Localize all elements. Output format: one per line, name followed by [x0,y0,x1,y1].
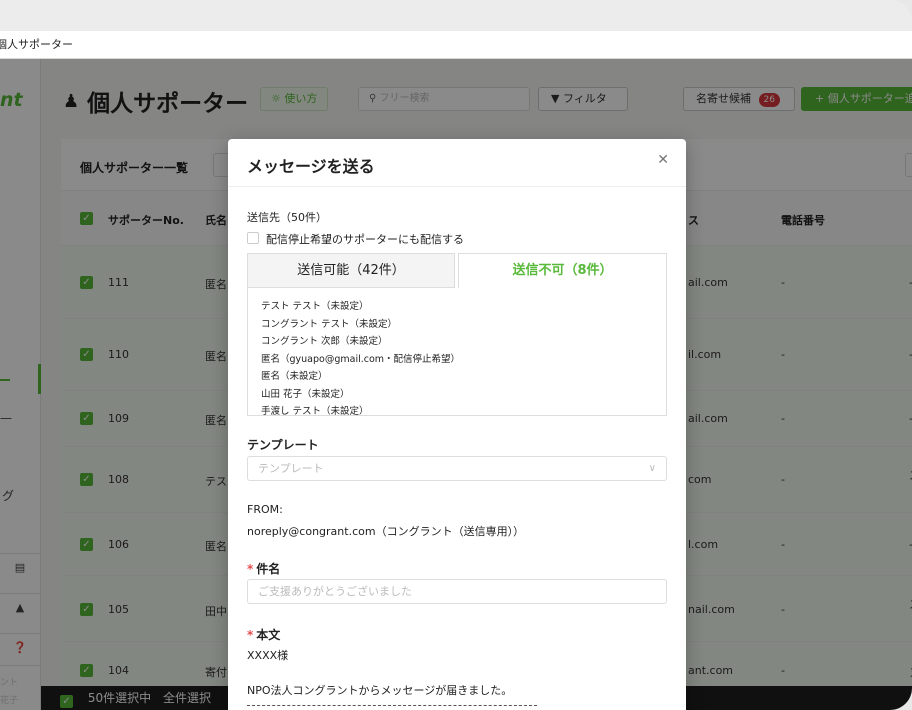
list-item: 匿名（未設定） [261,371,328,382]
body-label-text: 本文 [256,628,281,642]
send-message-modal: メッセージを送る ✕ 送信先（50件） 配信停止希望のサポーターにも配信する 送… [228,139,686,710]
window-chrome [0,0,912,31]
template-placeholder: テンプレート [258,462,324,475]
required-mark: * [247,628,254,642]
subject-placeholder: ご支援ありがとうございました [258,585,412,598]
list-item: コングラント テスト（未設定） [261,318,398,330]
unsendable-list[interactable]: テスト テスト（未設定） コングラント テスト（未設定） コングラント 次郎（未… [247,288,667,416]
include-unsubscribed-label[interactable]: 配信停止希望のサポーターにも配信する [266,231,464,247]
modal-title: メッセージを送る [247,157,375,176]
list-item: テスト テスト（未設定） [261,301,369,312]
subject-label: * 件名 [247,560,280,577]
recipient-tabs: 送信可能（42件） 送信不可（8件） [247,253,667,288]
window-titlebar: 個人サポーター [0,31,912,59]
template-label: テンプレート [247,438,319,452]
screen-frame: 個人サポーター nt — グ ▤ ▲ ❓ ント 花子 ♟ 個人サポーター ☼ 使… [0,0,912,710]
template-select[interactable]: テンプレート ∨ [247,456,667,481]
subject-input[interactable]: ご支援ありがとうございました [247,579,667,604]
body-line[interactable]: XXXX様 [247,647,288,663]
tab-unsendable[interactable]: 送信不可（8件） [458,253,667,288]
chevron-down-icon: ∨ [648,463,656,474]
required-mark: * [247,562,254,576]
body-line[interactable]: NPO法人コングラントからメッセージが届きました。 [247,682,512,698]
recipients-label: 送信先（50件） [247,211,327,224]
list-item: 山田 花子（未設定） [261,388,350,400]
close-icon[interactable]: ✕ [657,152,669,168]
body-separator [247,705,537,706]
subject-label-text: 件名 [256,562,281,576]
window-title: 個人サポーター [0,38,73,51]
from-label: FROM: [247,503,283,516]
list-item: 手渡し テスト（未設定） [261,406,369,416]
tab-sendable[interactable]: 送信可能（42件） [247,253,455,288]
include-unsubscribed-checkbox[interactable] [247,232,259,244]
body-label: * 本文 [247,626,280,643]
list-item: 匿名（gyuapo@gmail.com・配信停止希望） [261,353,461,365]
modal-header: メッセージを送る ✕ [228,139,686,187]
list-item: コングラント 次郎（未設定） [261,336,388,347]
from-value: noreply@congrant.com（コングラント（送信専用）） [247,525,525,538]
